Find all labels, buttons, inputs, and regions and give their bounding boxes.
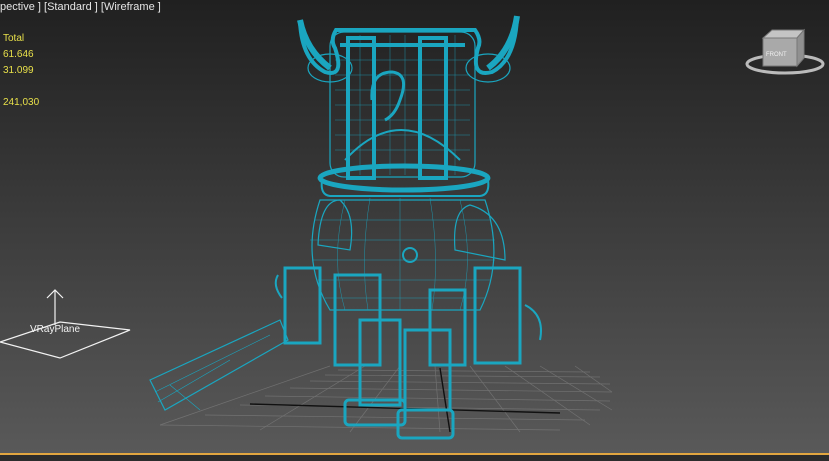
vray-plane-label: VRayPlane <box>30 324 80 335</box>
viewport-canvas[interactable]: VRayPlane FRONT <box>0 0 829 461</box>
viewcube-front-label: FRONT <box>766 52 787 58</box>
viewcube[interactable]: FRONT <box>745 28 825 75</box>
viewport-bottom-border <box>0 453 829 461</box>
character-wireframe[interactable] <box>149 15 542 440</box>
